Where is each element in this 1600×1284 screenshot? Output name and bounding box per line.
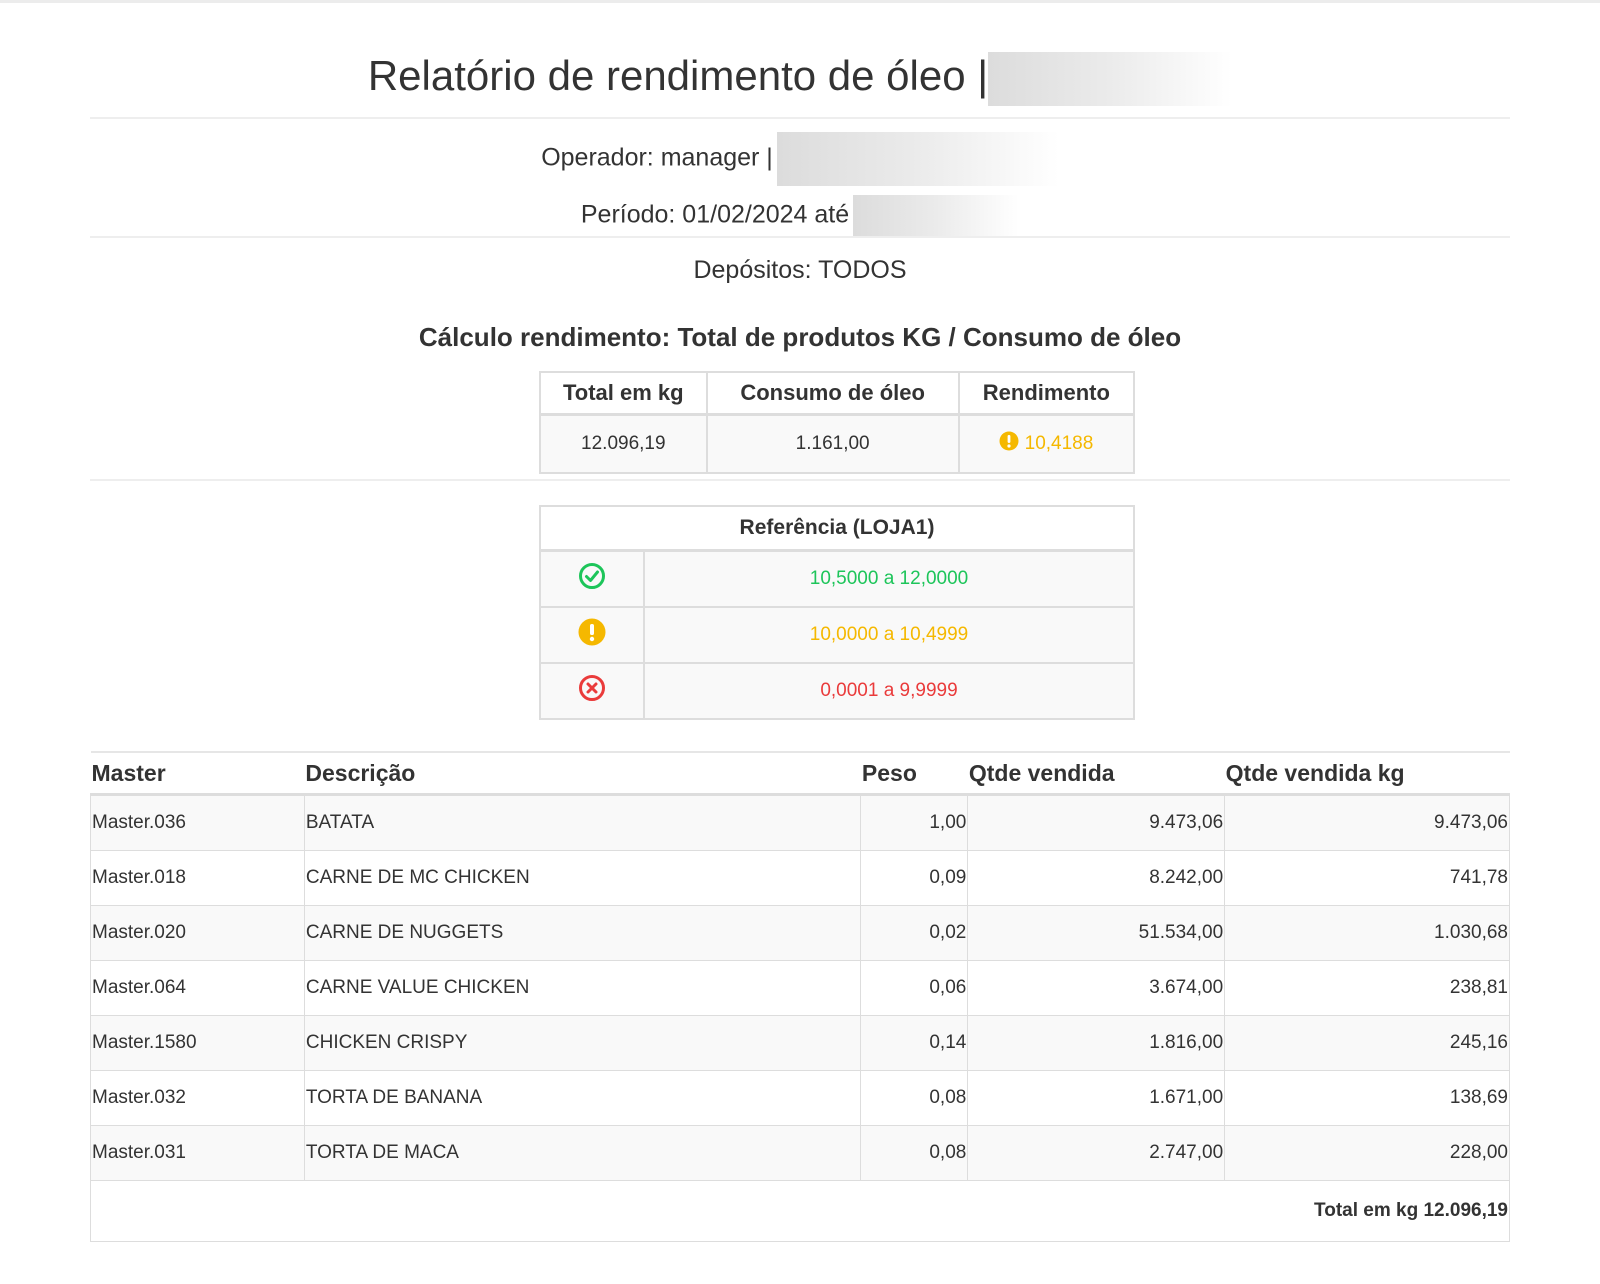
cell-peso: 0,08 — [860, 1070, 969, 1126]
cell-descricao: CARNE VALUE CHICKEN — [303, 960, 862, 1016]
x-circle-icon — [578, 674, 606, 708]
deposits-line: Depósitos: TODOS — [693, 256, 907, 284]
cell-qtde-vendida: 8.242,00 — [967, 850, 1226, 906]
top-border — [0, 0, 1600, 3]
reference-table: Referência (LOJA1) 10,5000 a 12,0000 10,… — [539, 505, 1135, 720]
redacted-store-name — [988, 52, 1233, 106]
cell-master: Master.1580 — [90, 1015, 305, 1071]
total-row: Total em kg 12.096,19 — [90, 1180, 1510, 1242]
summary-rendimento-cell: 10,4188 — [957, 413, 1136, 474]
reference-title: Referência (LOJA1) — [539, 505, 1135, 552]
table-row: Master.1580 CHICKEN CRISPY 0,14 1.816,00… — [90, 1015, 1510, 1071]
warning-circle-icon — [578, 618, 606, 652]
cell-qtde-vendida: 9.473,06 — [967, 794, 1226, 851]
cell-descricao: CARNE DE NUGGETS — [303, 905, 862, 961]
cell-qtde-vendida: 2.747,00 — [967, 1125, 1226, 1181]
summary-header-rendimento: Rendimento — [957, 371, 1136, 416]
cell-descricao: TORTA DE BANANA — [303, 1070, 862, 1126]
operator-line: Operador: manager | — [90, 132, 1510, 186]
cell-qtde-vendida-kg: 741,78 — [1224, 850, 1510, 906]
reference-icon-cell — [539, 549, 645, 608]
report-title-text: Relatório de rendimento de óleo | — [367, 52, 989, 100]
summary-consumo: 1.161,00 — [705, 413, 960, 474]
table-row: Master.018 CARNE DE MC CHICKEN 0,09 8.24… — [90, 850, 1510, 906]
cell-peso: 0,14 — [860, 1015, 969, 1071]
divider — [90, 117, 1510, 119]
report-title: Relatório de rendimento de óleo | — [90, 52, 1510, 106]
period-line: Período: 01/02/2024 até — [90, 195, 1510, 237]
redacted-operator-detail — [776, 132, 1059, 186]
cell-qtde-vendida-kg: 238,81 — [1224, 960, 1510, 1016]
cell-descricao: CHICKEN CRISPY — [303, 1015, 862, 1071]
summary-header-consumo: Consumo de óleo — [705, 371, 960, 416]
cell-descricao: BATATA — [303, 794, 862, 851]
reference-range-warning: 10,0000 a 10,4999 — [643, 606, 1135, 664]
cell-qtde-vendida: 1.816,00 — [967, 1015, 1226, 1071]
calculation-formula: Cálculo rendimento: Total de produtos KG… — [418, 322, 1182, 352]
table-row: Master.064 CARNE VALUE CHICKEN 0,06 3.67… — [90, 960, 1510, 1016]
cell-master: Master.020 — [90, 905, 305, 961]
cell-master: Master.064 — [90, 960, 305, 1016]
operator-text: Operador: manager | — [541, 143, 773, 172]
table-row: Master.032 TORTA DE BANANA 0,08 1.671,00… — [90, 1070, 1510, 1126]
products-table: Master Descrição Peso Qtde vendida Qtde … — [90, 751, 1510, 1242]
table-row: Master.031 TORTA DE MACA 0,08 2.747,00 2… — [90, 1125, 1510, 1181]
header-peso: Peso — [860, 751, 968, 796]
header-qtde-vendida: Qtde vendida — [967, 751, 1225, 796]
reference-icon-cell — [539, 606, 645, 664]
header-master: Master — [90, 751, 305, 796]
table-total: Total em kg 12.096,19 — [90, 1180, 1510, 1242]
cell-master: Master.018 — [90, 850, 305, 906]
header-qtde-vendida-kg: Qtde vendida kg — [1224, 751, 1510, 796]
cell-peso: 0,09 — [860, 850, 969, 906]
reference-range-good: 10,5000 a 12,0000 — [643, 549, 1135, 608]
cell-qtde-vendida: 3.674,00 — [967, 960, 1226, 1016]
cell-descricao: TORTA DE MACA — [303, 1125, 862, 1181]
cell-descricao: CARNE DE MC CHICKEN — [303, 850, 862, 906]
summary-total-kg: 12.096,19 — [539, 413, 708, 474]
cell-peso: 0,06 — [860, 960, 969, 1016]
check-circle-icon — [578, 562, 606, 596]
cell-master: Master.036 — [90, 794, 305, 851]
table-row: Master.020 CARNE DE NUGGETS 0,02 51.534,… — [90, 905, 1510, 961]
cell-qtde-vendida-kg: 138,69 — [1224, 1070, 1510, 1126]
warning-circle-icon — [999, 431, 1019, 457]
cell-peso: 0,08 — [860, 1125, 969, 1181]
cell-peso: 1,00 — [860, 794, 969, 851]
reference-icon-cell — [539, 662, 645, 720]
summary-table: Total em kg Consumo de óleo Rendimento 1… — [539, 371, 1136, 474]
summary-rendimento-value: 10,4188 — [1024, 433, 1094, 455]
cell-qtde-vendida: 51.534,00 — [967, 905, 1226, 961]
cell-master: Master.031 — [90, 1125, 305, 1181]
reference-range-bad: 0,0001 a 9,9999 — [643, 662, 1135, 720]
cell-qtde-vendida-kg: 1.030,68 — [1224, 905, 1510, 961]
redacted-period-end — [853, 195, 1020, 237]
header-descricao: Descrição — [304, 751, 861, 796]
divider — [90, 236, 1510, 238]
cell-peso: 0,02 — [860, 905, 969, 961]
cell-qtde-vendida-kg: 228,00 — [1224, 1125, 1510, 1181]
period-text: Período: 01/02/2024 até — [580, 200, 850, 229]
cell-qtde-vendida-kg: 9.473,06 — [1224, 794, 1510, 851]
cell-qtde-vendida-kg: 245,16 — [1224, 1015, 1510, 1071]
cell-qtde-vendida: 1.671,00 — [967, 1070, 1226, 1126]
table-row: Master.036 BATATA 1,00 9.473,06 9.473,06 — [90, 794, 1510, 851]
divider — [90, 479, 1510, 481]
summary-header-total-kg: Total em kg — [539, 371, 708, 416]
cell-master: Master.032 — [90, 1070, 305, 1126]
